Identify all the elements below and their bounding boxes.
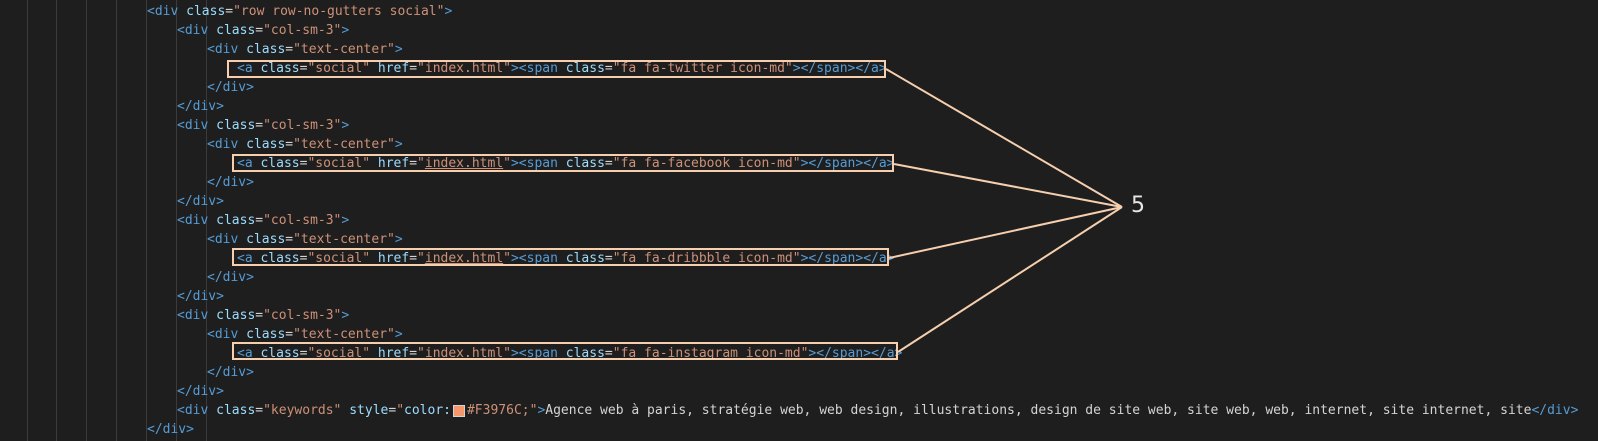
callout-line-instagram: [897, 206, 1123, 353]
callout-line-facebook: [893, 163, 1123, 208]
callout-lines: [885, 68, 1123, 353]
callout-line-twitter: [885, 68, 1123, 208]
callout-number: 5: [1131, 193, 1145, 218]
callout-line-dribbble: [888, 206, 1123, 259]
